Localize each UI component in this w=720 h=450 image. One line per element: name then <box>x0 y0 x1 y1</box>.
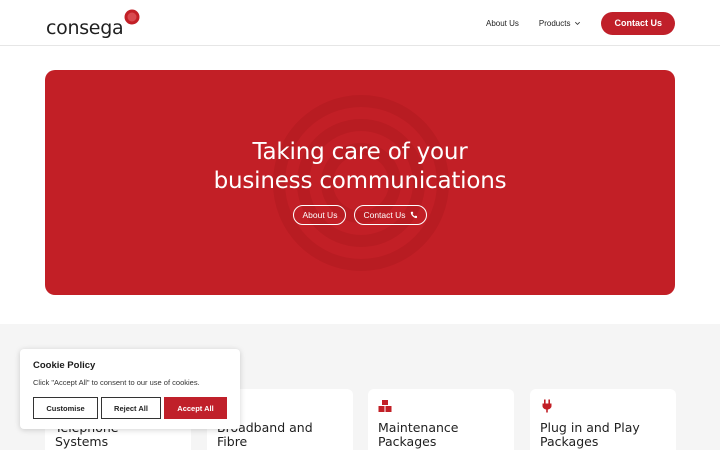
hero-contact-us-button[interactable]: Contact Us <box>354 205 427 225</box>
chevron-down-icon <box>575 21 581 25</box>
card-title-line-2: Systems <box>55 434 109 449</box>
main-nav: About Us Products Contact Us <box>486 0 720 46</box>
plug-icon <box>542 399 552 413</box>
service-card-title: Maintenance Packages <box>378 421 459 449</box>
hero-about-us-button[interactable]: About Us <box>293 205 347 225</box>
accept-all-button[interactable]: Accept All <box>164 397 227 419</box>
card-title-line-2: Fibre <box>217 434 248 449</box>
hero-title-line-1: Taking care of your <box>252 139 468 165</box>
hero-title: Taking care of your business communicati… <box>45 138 675 196</box>
logo-mark-icon <box>124 9 140 25</box>
card-title-line-2: Packages <box>378 434 437 449</box>
site-header: consega About Us Products Contact Us <box>0 0 720 46</box>
service-card-maintenance[interactable]: Maintenance Packages <box>368 389 514 450</box>
customise-button[interactable]: Customise <box>33 397 98 419</box>
cookie-banner: Cookie Policy Click "Accept All" to cons… <box>20 349 240 429</box>
card-title-line-2: Packages <box>540 434 599 449</box>
boxes-icon <box>378 400 392 412</box>
nav-products[interactable]: Products <box>539 19 582 28</box>
card-title-line-1: Maintenance <box>378 420 459 435</box>
service-card-title: Plug in and Play Packages <box>540 421 640 449</box>
service-card-plug-and-play[interactable]: Plug in and Play Packages <box>530 389 676 450</box>
hero-contact-label: Contact Us <box>363 210 406 220</box>
logo-text: consega <box>46 17 124 39</box>
nav-about-us[interactable]: About Us <box>486 19 519 28</box>
cookie-buttons: Customise Reject All Accept All <box>33 397 227 419</box>
card-title-line-1: Plug in and Play <box>540 420 640 435</box>
cookie-text: Click "Accept All" to consent to our use… <box>33 378 200 387</box>
hero-buttons: About Us Contact Us <box>45 205 675 225</box>
phone-icon <box>410 211 417 219</box>
contact-us-button[interactable]: Contact Us <box>601 11 675 35</box>
hero-title-line-2: business communications <box>213 168 507 194</box>
reject-all-button[interactable]: Reject All <box>101 397 161 419</box>
cookie-title: Cookie Policy <box>33 360 96 371</box>
hero-banner: Taking care of your business communicati… <box>45 70 675 295</box>
logo[interactable]: consega <box>46 9 140 39</box>
nav-products-label: Products <box>538 18 571 28</box>
